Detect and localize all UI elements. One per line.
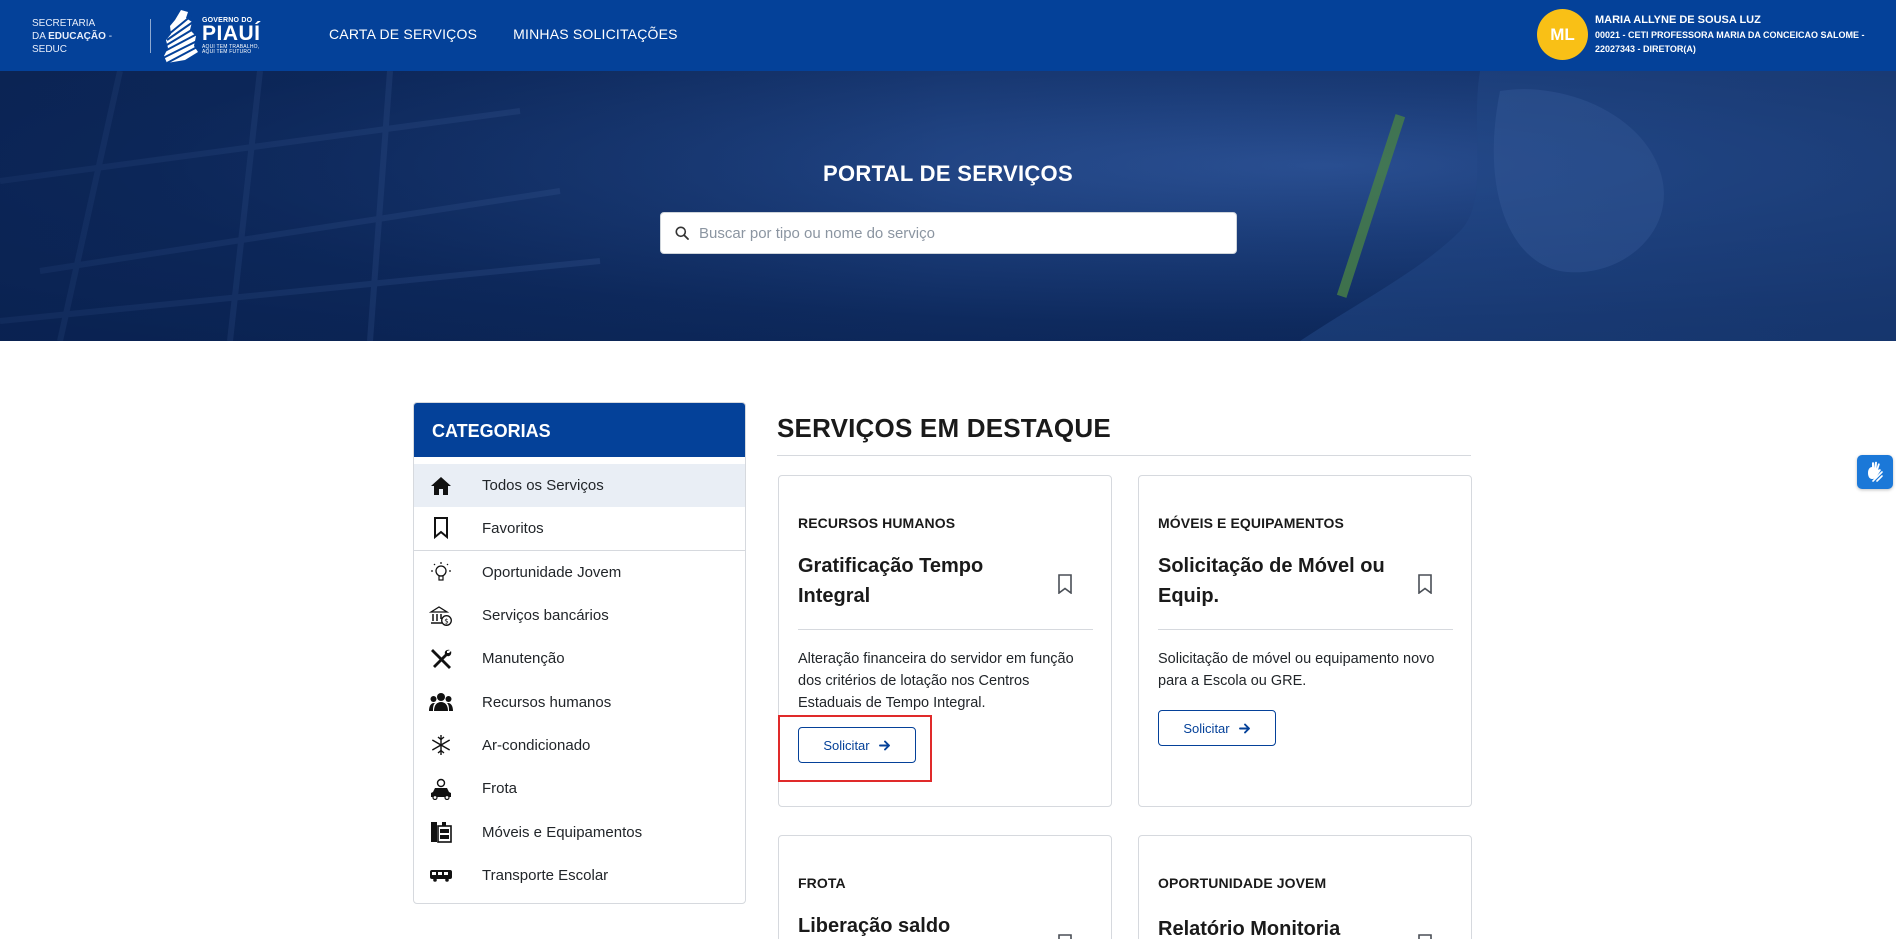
svg-text:$: $ <box>444 617 448 625</box>
people-icon <box>429 690 453 714</box>
bookmark-icon[interactable] <box>1057 574 1073 594</box>
hero-banner: PORTAL DE SERVIÇOS <box>0 71 1896 341</box>
categories-title: CATEGORIAS <box>414 403 745 457</box>
card-description: Solicitação de móvel ou equipamento novo… <box>1158 651 1435 689</box>
accessibility-widget[interactable] <box>1857 455 1893 489</box>
nav-carta-de-servicos[interactable]: CARTA DE SERVIÇOS <box>329 26 477 42</box>
main-nav: CARTA DE SERVIÇOS MINHAS SOLICITAÇÕES <box>329 26 678 42</box>
card-category: OPORTUNIDADE JOVEM <box>1158 875 1327 891</box>
card-title[interactable]: Liberação saldo <box>798 911 1028 939</box>
secretaria-label: SECRETARIA DA EDUCAÇÃO - SEDUC <box>32 17 113 55</box>
search-icon <box>675 226 689 240</box>
page-title: PORTAL DE SERVIÇOS <box>823 161 1073 186</box>
category-favoritos[interactable]: Favoritos <box>414 507 745 551</box>
service-card-movel-equip: MÓVEIS E EQUIPAMENTOS Solicitação de Móv… <box>1138 475 1472 807</box>
bookmark-icon[interactable] <box>1057 934 1073 939</box>
search-input[interactable] <box>699 224 1219 242</box>
furniture-icon <box>429 820 453 844</box>
tools-icon <box>429 647 453 671</box>
nav-minhas-solicitacoes[interactable]: MINHAS SOLICITAÇÕES <box>513 26 678 42</box>
featured-divider <box>777 455 1471 456</box>
piaui-map-icon <box>162 10 199 64</box>
bookmark-icon[interactable] <box>1417 574 1433 594</box>
hero-background-image <box>0 71 1896 341</box>
category-servicos-bancarios[interactable]: $ Serviços bancários <box>414 594 745 637</box>
category-moveis-e-equipamentos[interactable]: Móveis e Equipamentos <box>414 810 745 853</box>
card-divider <box>798 629 1093 630</box>
card-title[interactable]: Relatório Monitoria <box>1158 914 1388 939</box>
user-menu[interactable]: ML MARIA ALLYNE DE SOUSA LUZ 00021 - CET… <box>1537 9 1885 60</box>
category-ar-condicionado[interactable]: Ar-condicionado <box>414 724 745 767</box>
piaui-logo: GOVERNO DO PIAUÍ AQUI TEM TRABALHO, AQUI… <box>161 8 261 64</box>
user-role-detail: 00021 - CETI PROFESSORA MARIA DA CONCEIC… <box>1595 30 1865 54</box>
category-frota[interactable]: Frota <box>414 767 745 810</box>
card-description: Alteração financeira do servidor em funç… <box>798 651 1074 711</box>
brand-divider <box>150 19 151 53</box>
featured-title: SERVIÇOS EM DESTAQUE <box>777 413 1111 443</box>
search-box[interactable] <box>660 212 1237 254</box>
card-title[interactable]: Solicitação de Móvel ou Equip. <box>1158 551 1388 611</box>
highlight-box <box>778 715 932 782</box>
arrow-right-icon <box>1238 723 1250 733</box>
card-category: RECURSOS HUMANOS <box>798 515 956 531</box>
card-category: FROTA <box>798 875 846 891</box>
top-navbar: SECRETARIA DA EDUCAÇÃO - SEDUC GOVERNO D… <box>0 0 1896 71</box>
card-divider <box>1158 629 1453 630</box>
bookmark-icon[interactable] <box>1417 934 1433 939</box>
avatar[interactable]: ML <box>1537 9 1588 60</box>
category-transporte-escolar[interactable]: Transporte Escolar <box>414 854 745 897</box>
card-category: MÓVEIS E EQUIPAMENTOS <box>1158 515 1344 531</box>
categories-panel: CATEGORIAS Todos os Serviços Favoritos O… <box>413 402 746 904</box>
car-icon <box>429 777 453 801</box>
solicitar-button[interactable]: Solicitar <box>1158 710 1276 746</box>
service-card-oportunidade-jovem: OPORTUNIDADE JOVEM Relatório Monitoria <box>1138 835 1472 939</box>
bookmark-icon <box>429 516 453 540</box>
card-title[interactable]: Gratificação Tempo Integral <box>798 551 1028 611</box>
user-name: MARIA ALLYNE DE SOUSA LUZ <box>1595 14 1761 26</box>
sign-language-icon <box>1868 461 1883 482</box>
category-recursos-humanos[interactable]: Recursos humanos <box>414 680 745 723</box>
bank-icon: $ <box>429 604 453 628</box>
brand-logo[interactable]: SECRETARIA DA EDUCAÇÃO - SEDUC GOVERNO D… <box>32 8 261 64</box>
service-card-frota: FROTA Liberação saldo <box>778 835 1112 939</box>
category-manutencao[interactable]: Manutenção <box>414 637 745 680</box>
home-icon <box>429 474 453 498</box>
category-oportunidade-jovem[interactable]: Oportunidade Jovem <box>414 551 745 594</box>
category-todos-os-servicos[interactable]: Todos os Serviços <box>414 464 745 508</box>
bus-icon <box>429 863 453 887</box>
lightbulb-icon <box>429 560 453 584</box>
snowflake-icon <box>429 733 453 757</box>
